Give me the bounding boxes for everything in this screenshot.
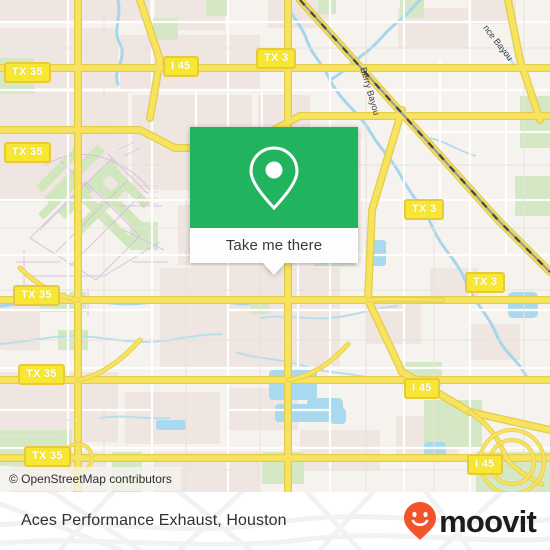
location-pin-icon: [249, 145, 299, 210]
footer-bar: Aces Performance Exhaust, Houston moovit: [0, 492, 550, 550]
place-title-text: Aces Performance Exhaust, Houston: [21, 512, 287, 529]
road-shield-tx35-5[interactable]: TX 35: [24, 446, 71, 467]
road-shield-tx35-3[interactable]: TX 35: [13, 285, 60, 306]
road-shield-tx35-4[interactable]: TX 35: [18, 364, 65, 385]
map-canvas[interactable]: TX 35 TX 35 TX 35 TX 35 TX 35 I 45 TX 3 …: [0, 0, 550, 492]
destination-callout-card[interactable]: Take me there: [190, 127, 358, 275]
moovit-map-screen: TX 35 TX 35 TX 35 TX 35 TX 35 I 45 TX 3 …: [0, 0, 550, 550]
map-attribution[interactable]: © OpenStreetMap contributors: [0, 467, 181, 491]
road-shield-tx3-3[interactable]: TX 3: [465, 272, 506, 293]
road-shield-tx3-2[interactable]: TX 3: [404, 199, 445, 220]
moovit-wordmark: moovit: [439, 503, 537, 539]
road-shield-tx35-1[interactable]: TX 35: [4, 62, 51, 83]
callout-pin-area: [190, 127, 358, 228]
place-title: Aces Performance Exhaust, Houston: [21, 492, 287, 550]
road-shield-i45-2[interactable]: I 45: [404, 378, 440, 399]
callout-action-area[interactable]: Take me there: [190, 228, 358, 263]
road-shield-tx3-1[interactable]: TX 3: [256, 48, 297, 69]
take-me-there-label: Take me there: [225, 237, 323, 254]
road-shield-i45-3[interactable]: I 45: [467, 454, 503, 475]
attribution-text: © OpenStreetMap contributors: [9, 472, 172, 486]
road-shield-tx35-2[interactable]: TX 35: [4, 142, 51, 163]
road-shield-i45-1[interactable]: I 45: [163, 56, 199, 77]
moovit-smiley-pin-icon: [404, 502, 437, 540]
moovit-brand[interactable]: moovit: [403, 492, 537, 550]
callout-pointer-tail: [263, 263, 285, 275]
